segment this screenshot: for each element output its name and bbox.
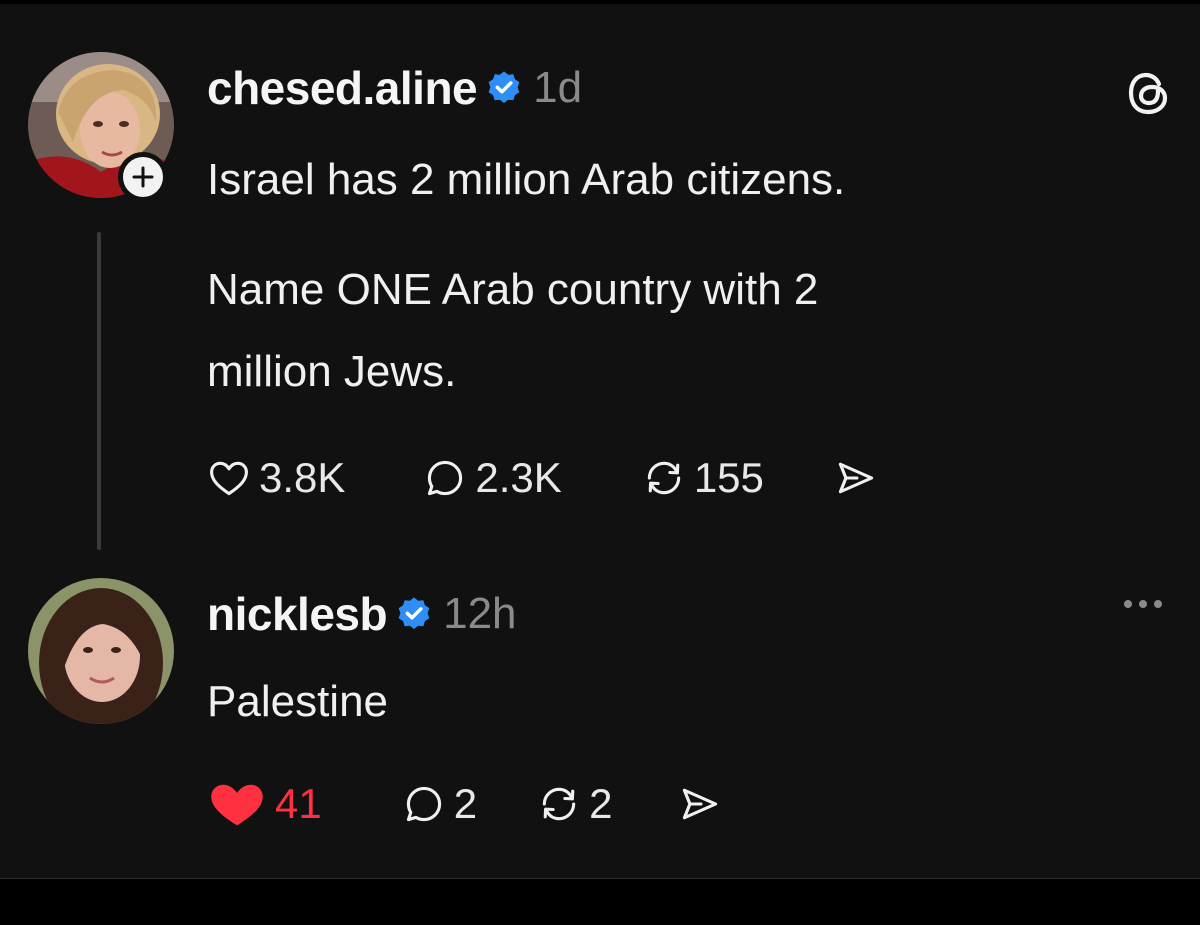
post-repost-count: 155 <box>693 454 764 501</box>
post-timestamp: 1d <box>533 63 583 112</box>
reply-reply-button[interactable]: 2 <box>402 780 477 828</box>
bottom-border <box>0 878 1200 925</box>
post-like-count: 3.8K <box>259 454 346 501</box>
post-reply-count: 2.3K <box>475 454 562 501</box>
reply-header: nicklesb 12h <box>207 584 517 644</box>
verified-badge-icon <box>485 69 523 107</box>
post-like-button[interactable]: 3.8K <box>207 454 345 502</box>
reply-username[interactable]: nicklesb <box>207 587 388 641</box>
share-icon <box>838 462 874 494</box>
post-text-line-2: Name ONE Arab country with 2 <box>207 265 819 314</box>
comment-icon <box>406 786 441 822</box>
post-text-line-1: Israel has 2 million Arab citizens. <box>207 155 846 204</box>
heart-icon <box>211 784 263 826</box>
reply-action-bar: 41 2 2 <box>207 776 722 832</box>
more-dot <box>1139 600 1147 608</box>
post-header: chesed.aline 1d <box>207 58 582 118</box>
post-action-bar: 3.8K 2.3K 155 <box>207 450 878 506</box>
avatar-nicklesb[interactable] <box>28 578 174 724</box>
avatar-image <box>28 578 174 724</box>
post-repost-button[interactable]: 155 <box>642 454 764 502</box>
threads-logo-icon[interactable] <box>1126 68 1172 123</box>
reply-reply-count: 2 <box>453 780 478 827</box>
share-icon <box>683 788 718 820</box>
more-dot <box>1154 600 1162 608</box>
follow-button[interactable] <box>118 152 168 202</box>
verified-badge-icon <box>395 595 433 633</box>
reply-share-button[interactable] <box>678 782 722 826</box>
reply-timestamp: 12h <box>443 589 517 638</box>
heart-icon <box>210 461 248 496</box>
more-options-icon[interactable] <box>1124 600 1162 608</box>
more-dot <box>1124 600 1132 608</box>
comment-icon <box>428 460 463 496</box>
reply-like-count: 41 <box>275 780 322 827</box>
post-username[interactable]: chesed.aline <box>207 61 478 115</box>
reply-repost-button[interactable]: 2 <box>537 780 612 828</box>
top-border <box>0 0 1200 4</box>
post-reply-button[interactable]: 2.3K <box>423 454 562 502</box>
reply-like-button[interactable]: 41 <box>207 778 322 830</box>
post-share-button[interactable] <box>834 456 878 500</box>
thread-connector-line <box>97 232 101 550</box>
post-text-line-3: million Jews. <box>207 347 457 396</box>
repost-icon <box>647 461 681 495</box>
reply-text: Palestine <box>207 677 389 726</box>
plus-icon <box>132 166 154 188</box>
reply-repost-count: 2 <box>589 780 613 827</box>
repost-icon <box>542 787 576 821</box>
